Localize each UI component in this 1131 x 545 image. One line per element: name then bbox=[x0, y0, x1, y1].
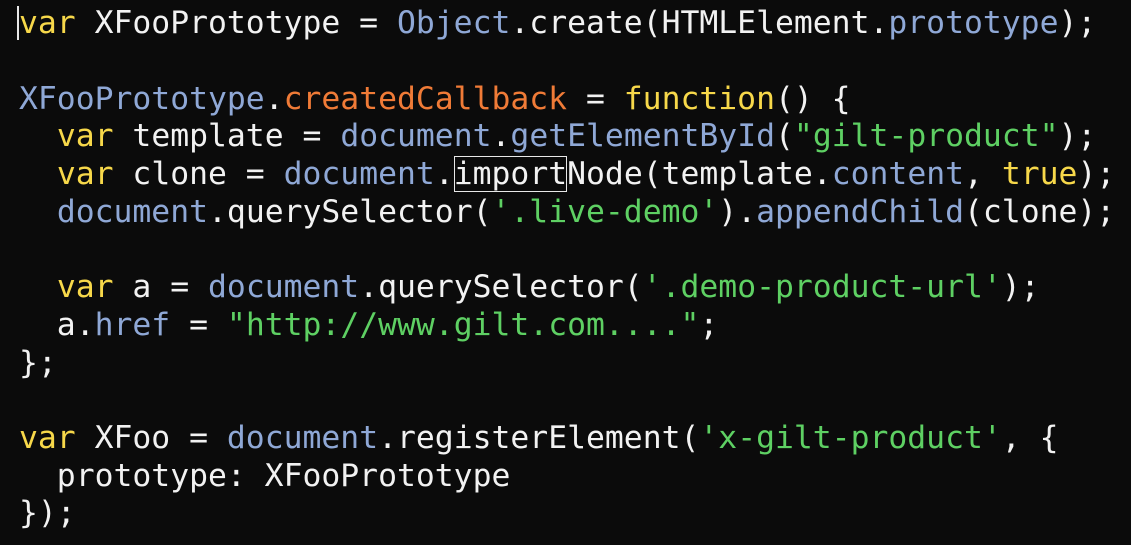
code-token: ); bbox=[1058, 5, 1097, 41]
code-token: a. bbox=[19, 307, 95, 343]
code-token: ( bbox=[775, 118, 794, 154]
highlighted-token: import bbox=[453, 156, 568, 192]
code-line[interactable]: a.href = "http://www.gilt.com...."; bbox=[19, 306, 719, 344]
code-token: .registerElement( bbox=[378, 420, 700, 456]
code-token: "http://www.gilt.com...." bbox=[226, 307, 700, 343]
code-token: document bbox=[56, 194, 209, 230]
code-token: , bbox=[964, 156, 1002, 192]
code-token: = bbox=[567, 81, 624, 117]
code-token: template = bbox=[113, 118, 341, 154]
code-token: a = bbox=[113, 269, 209, 305]
code-line[interactable]: var template = document.getElementById("… bbox=[19, 117, 1097, 155]
code-token: var bbox=[19, 420, 76, 456]
code-token: . bbox=[434, 156, 454, 192]
code-token: .querySelector( bbox=[359, 269, 643, 305]
code-token: }; bbox=[19, 345, 57, 381]
code-token: var bbox=[56, 269, 114, 305]
code-token: , { bbox=[1001, 420, 1059, 456]
code-token: document bbox=[340, 118, 492, 154]
code-line[interactable]: document.querySelector('.live-demo').app… bbox=[19, 193, 1115, 231]
code-line[interactable]: var a = document.querySelector('.demo-pr… bbox=[19, 268, 1040, 306]
code-token: function bbox=[623, 81, 775, 117]
code-token: '.demo-product-url' bbox=[642, 269, 1002, 305]
code-token: .querySelector( bbox=[208, 194, 492, 230]
code-token: href bbox=[94, 307, 171, 343]
code-token: var bbox=[56, 118, 114, 154]
code-token: "gilt-product" bbox=[793, 118, 1059, 154]
code-token: ). bbox=[718, 194, 757, 230]
code-token: (clone); bbox=[964, 194, 1116, 230]
code-token: true bbox=[1001, 156, 1078, 192]
code-line[interactable]: var XFooPrototype = Object.create(HTMLEl… bbox=[19, 4, 1096, 42]
code-token: var bbox=[56, 156, 114, 192]
code-token: () { bbox=[774, 81, 851, 117]
code-token: Node(template. bbox=[567, 156, 832, 192]
code-token: XFooPrototype = bbox=[75, 5, 397, 41]
code-token: document bbox=[283, 156, 435, 192]
code-token: clone = bbox=[113, 156, 284, 192]
code-token: XFoo = bbox=[75, 420, 227, 456]
code-token: var bbox=[19, 5, 76, 41]
code-token: . bbox=[491, 118, 511, 154]
code-token: document bbox=[208, 269, 360, 305]
code-token: . bbox=[264, 81, 284, 117]
code-token: prototype: XFooPrototype bbox=[19, 458, 511, 494]
code-token: .create(HTMLElement. bbox=[510, 5, 889, 41]
code-token: document bbox=[226, 420, 379, 456]
code-token: appendChild bbox=[756, 194, 964, 230]
code-token: ); bbox=[1058, 118, 1097, 154]
code-token: ); bbox=[1001, 269, 1040, 305]
code-token: createdCallback bbox=[283, 81, 568, 117]
code-token: prototype bbox=[888, 5, 1059, 41]
code-token: XFooPrototype bbox=[19, 81, 265, 117]
code-line[interactable]: }); bbox=[19, 494, 76, 532]
code-token: ; bbox=[699, 307, 719, 343]
code-token: content bbox=[831, 156, 965, 192]
code-token: getElementById bbox=[510, 118, 776, 154]
code-token: ); bbox=[1077, 156, 1116, 192]
code-token: = bbox=[170, 307, 227, 343]
code-line[interactable]: var clone = document.importNode(template… bbox=[19, 155, 1115, 193]
code-line[interactable]: }; bbox=[19, 344, 57, 382]
code-editor[interactable]: var XFooPrototype = Object.create(HTMLEl… bbox=[0, 0, 1131, 545]
code-token: }); bbox=[19, 495, 76, 531]
code-line[interactable]: prototype: XFooPrototype bbox=[19, 457, 511, 495]
code-token: Object bbox=[396, 5, 511, 41]
code-line[interactable]: var XFoo = document.registerElement('x-g… bbox=[19, 419, 1058, 457]
code-token: '.live-demo' bbox=[491, 194, 719, 230]
code-token: 'x-gilt-product' bbox=[699, 420, 1002, 456]
code-line[interactable]: XFooPrototype.createdCallback = function… bbox=[19, 80, 851, 118]
